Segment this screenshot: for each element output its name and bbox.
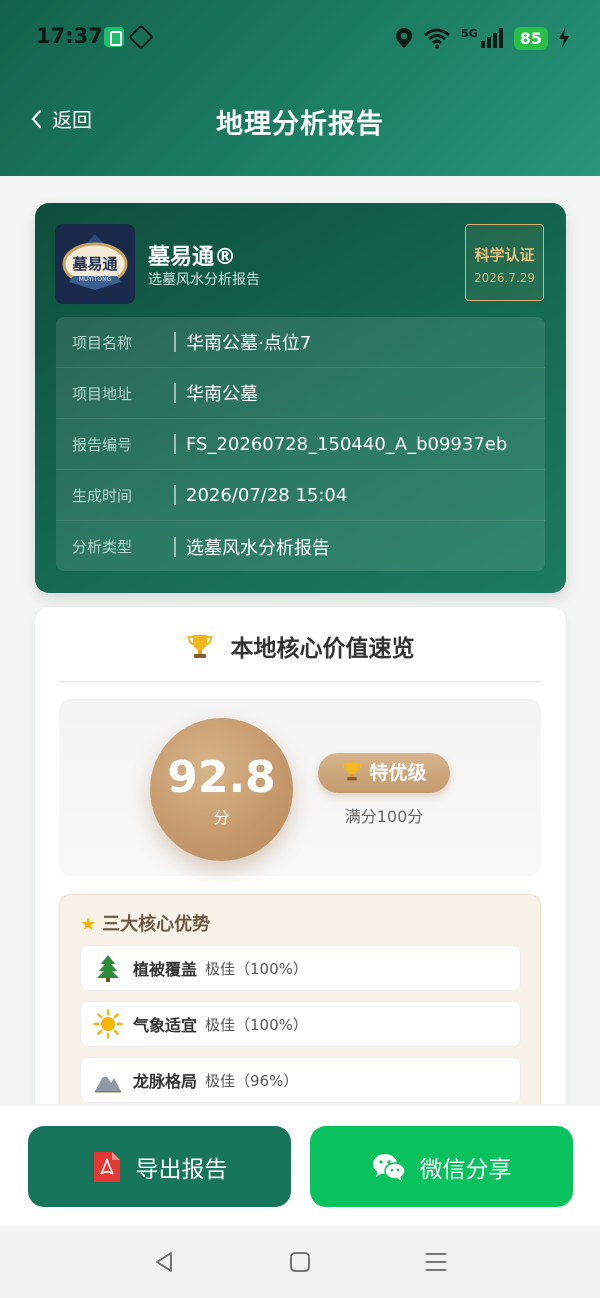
brand-logo-emblem: 墓易通 MUYITONG bbox=[55, 224, 135, 304]
logo-text: 墓易通 bbox=[71, 255, 117, 273]
advantage-name: 龙脉格局 bbox=[133, 1072, 198, 1091]
score-value: 92.8 bbox=[167, 752, 276, 803]
advantage-name: 气象适宜 bbox=[133, 1016, 198, 1035]
location-icon bbox=[396, 28, 413, 48]
info-separator bbox=[174, 434, 176, 454]
info-separator bbox=[174, 383, 176, 403]
mountain-icon bbox=[95, 1073, 121, 1093]
bottom-action-bar: 导出报告 微信分享 bbox=[0, 1104, 600, 1226]
notification-app-icon bbox=[104, 27, 124, 47]
logo-subtext: MUYITONG bbox=[79, 276, 112, 283]
cert-date: 2026.7.29 bbox=[473, 271, 536, 285]
signal-icon bbox=[480, 28, 503, 48]
info-value: 2026/07/28 15:04 bbox=[186, 484, 348, 506]
pdf-icon bbox=[93, 1151, 120, 1182]
network-type: 5G bbox=[461, 26, 478, 40]
star-icon: ★ bbox=[80, 914, 97, 935]
nav-menu-icon[interactable] bbox=[424, 1250, 448, 1274]
advantage-item: 气象适宜 极佳（100%） bbox=[80, 1001, 521, 1047]
nav-bar: 返回 地理分析报告 bbox=[0, 90, 600, 150]
info-row-project-name: 项目名称 华南公墓·点位7 bbox=[56, 317, 545, 368]
info-label: 项目地址 bbox=[72, 384, 133, 403]
info-value: 华南公墓·点位7 bbox=[186, 333, 312, 354]
advantage-item: 龙脉格局 极佳（96%） bbox=[80, 1057, 521, 1103]
core-advantages-panel: ★ 三大核心优势 植被覆盖 极佳（100%） 气象适宜 极佳（100%） 龙脉格… bbox=[59, 894, 541, 1127]
score-panel: 92.8 分 特优级 满分100分 bbox=[59, 699, 541, 876]
report-info-table: 项目名称 华南公墓·点位7 项目地址 华南公墓 报告编号 FS_20260728… bbox=[56, 317, 545, 571]
info-value: FS_20260728_150440_A_b09937eb bbox=[186, 433, 508, 455]
info-value: 选墓风水分析报告 bbox=[186, 537, 330, 559]
brand-logo: 墓易通 MUYITONG bbox=[55, 224, 135, 304]
brand-subtitle: 选墓风水分析报告 bbox=[148, 272, 260, 288]
info-label: 生成时间 bbox=[72, 486, 133, 505]
info-row-project-address: 项目地址 华南公墓 bbox=[56, 368, 545, 419]
status-indicators: 5G 85 bbox=[395, 24, 570, 52]
wechat-share-button[interactable]: 微信分享 bbox=[310, 1126, 573, 1207]
status-time: 17:37 bbox=[36, 24, 103, 48]
divider bbox=[59, 681, 541, 682]
advantage-rating: 极佳（100%） bbox=[205, 1015, 308, 1034]
advantages-title-text: 三大核心优势 bbox=[102, 914, 211, 935]
header: 17:37 5G 85 返回 地理分析报告 bbox=[0, 0, 600, 176]
charging-icon bbox=[559, 28, 569, 48]
trophy-icon bbox=[188, 635, 213, 658]
info-label: 报告编号 bbox=[72, 435, 133, 454]
info-label: 分析类型 bbox=[72, 538, 133, 556]
full-score-note: 满分100分 bbox=[344, 807, 424, 826]
status-bar: 17:37 5G 85 bbox=[0, 0, 600, 76]
export-report-button[interactable]: 导出报告 bbox=[28, 1126, 291, 1207]
info-separator bbox=[174, 332, 176, 352]
battery-level: 85 bbox=[513, 26, 548, 50]
grade-label: 特优级 bbox=[369, 762, 427, 784]
info-value: 华南公墓 bbox=[186, 384, 258, 405]
page-title: 地理分析报告 bbox=[216, 109, 384, 140]
info-row-report-id: 报告编号 FS_20260728_150440_A_b09937eb bbox=[56, 419, 545, 470]
info-separator bbox=[174, 485, 176, 505]
nav-home-icon[interactable] bbox=[288, 1250, 312, 1274]
wifi-icon bbox=[424, 28, 451, 49]
value-overview-card: 本地核心价值速览 92.8 分 特优级 满分100分 ★ 三大核心优势 植被覆盖… bbox=[35, 607, 566, 1127]
wechat-icon bbox=[372, 1153, 406, 1181]
info-separator bbox=[174, 536, 176, 557]
certification-badge: 科学认证 2026.7.29 bbox=[465, 224, 544, 301]
advantage-rating: 极佳（96%） bbox=[205, 1071, 299, 1090]
score-circle: 92.8 分 bbox=[150, 718, 293, 861]
nav-back-icon[interactable] bbox=[152, 1250, 176, 1274]
info-label: 项目名称 bbox=[72, 333, 133, 352]
advantage-item: 植被覆盖 极佳（100%） bbox=[80, 945, 521, 991]
score-unit: 分 bbox=[213, 808, 230, 827]
trophy-icon bbox=[343, 762, 362, 781]
grade-badge: 特优级 bbox=[318, 753, 450, 793]
info-row-generated-time: 生成时间 2026/07/28 15:04 bbox=[56, 470, 545, 521]
info-row-analysis-type: 分析类型 选墓风水分析报告 bbox=[56, 521, 545, 571]
section-title-text: 本地核心价值速览 bbox=[230, 636, 415, 662]
advantages-title: ★ 三大核心优势 bbox=[80, 910, 210, 936]
export-label: 导出报告 bbox=[135, 1156, 228, 1183]
evergreen-tree-icon bbox=[97, 955, 119, 982]
system-nav-bar bbox=[0, 1226, 600, 1298]
brand-name: 墓易通® bbox=[148, 245, 237, 270]
report-info-card: 墓易通 MUYITONG 墓易通® 选墓风水分析报告 科学认证 2026.7.2… bbox=[35, 203, 566, 593]
section-title: 本地核心价值速览 bbox=[35, 629, 566, 663]
notification-diamond-icon bbox=[128, 24, 154, 50]
cert-title: 科学认证 bbox=[474, 246, 535, 264]
advantage-rating: 极佳（100%） bbox=[205, 959, 308, 978]
sun-icon bbox=[93, 1009, 123, 1039]
share-label: 微信分享 bbox=[419, 1156, 512, 1183]
advantage-name: 植被覆盖 bbox=[133, 960, 198, 979]
